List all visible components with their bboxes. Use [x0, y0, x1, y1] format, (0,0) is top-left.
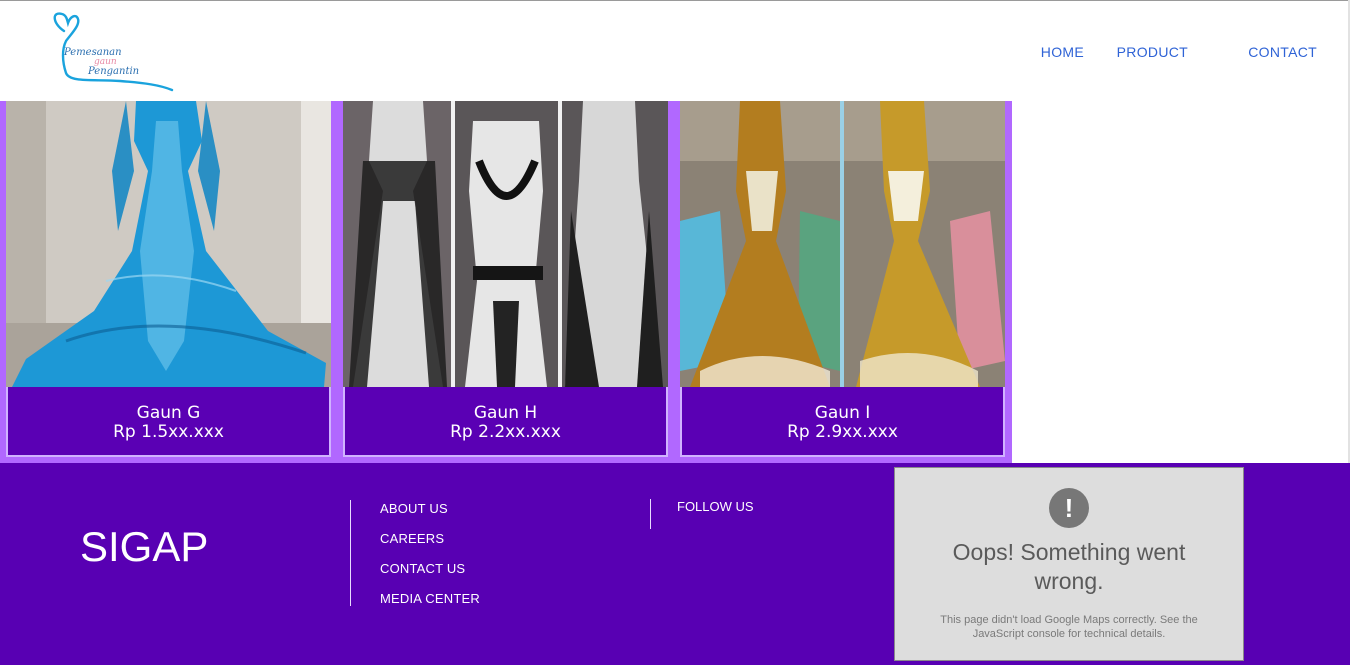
- product-price: Rp 1.5xx.xxx: [113, 422, 224, 442]
- site-footer: SIGAP ABOUT US CAREERS CONTACT US MEDIA …: [0, 463, 1350, 665]
- footer-divider: [650, 499, 651, 529]
- nav-home[interactable]: HOME: [1041, 44, 1084, 60]
- product-name: Gaun I: [814, 403, 871, 423]
- site-logo[interactable]: Pemesanan gaun Pengantin: [50, 11, 180, 95]
- footer-link-media-center[interactable]: MEDIA CENTER: [380, 591, 480, 606]
- footer-link-about-us[interactable]: ABOUT US: [380, 501, 448, 516]
- product-card[interactable]: Gaun H Rp 2.2xx.xxx: [343, 101, 668, 458]
- product-photo-gaun-g[interactable]: [6, 101, 331, 387]
- product-info: Gaun G Rp 1.5xx.xxx: [6, 387, 331, 457]
- product-info: Gaun I Rp 2.9xx.xxx: [680, 387, 1005, 457]
- site-header: Pemesanan gaun Pengantin HOME PRODUCT CO…: [0, 1, 1348, 101]
- footer-link-careers[interactable]: CAREERS: [380, 531, 444, 546]
- product-price: Rp 2.2xx.xxx: [450, 422, 561, 442]
- product-name: Gaun G: [136, 403, 201, 423]
- map-error-title: Oops! Something went wrong.: [952, 539, 1186, 594]
- footer-brand: SIGAP: [80, 523, 209, 570]
- product-price: Rp 2.9xx.xxx: [787, 422, 898, 442]
- product-info: Gaun H Rp 2.2xx.xxx: [343, 387, 668, 457]
- logo-text-line3: Pengantin: [88, 66, 140, 77]
- nav-product[interactable]: PRODUCT: [1117, 44, 1188, 60]
- product-name: Gaun H: [473, 403, 538, 423]
- follow-us-label: FOLLOW US: [677, 499, 754, 514]
- map-error-panel[interactable]: ! Oops! Something went wrong. This page …: [894, 467, 1244, 661]
- nav-contact[interactable]: CONTACT: [1248, 44, 1317, 60]
- product-photo-gaun-i[interactable]: [680, 101, 1005, 387]
- map-error-detail: This page didn't load Google Maps correc…: [940, 614, 1198, 640]
- product-photo-gaun-h[interactable]: [343, 101, 668, 387]
- exclamation-icon: !: [1049, 488, 1089, 528]
- product-card[interactable]: Gaun I Rp 2.9xx.xxx: [680, 101, 1005, 458]
- footer-link-contact-us[interactable]: CONTACT US: [380, 561, 465, 576]
- product-grid: Gaun G Rp 1.5xx.xxx Gaun H Rp 2.2xx.xxx …: [0, 101, 1012, 463]
- product-card[interactable]: Gaun G Rp 1.5xx.xxx: [6, 101, 331, 458]
- footer-divider: [350, 500, 351, 606]
